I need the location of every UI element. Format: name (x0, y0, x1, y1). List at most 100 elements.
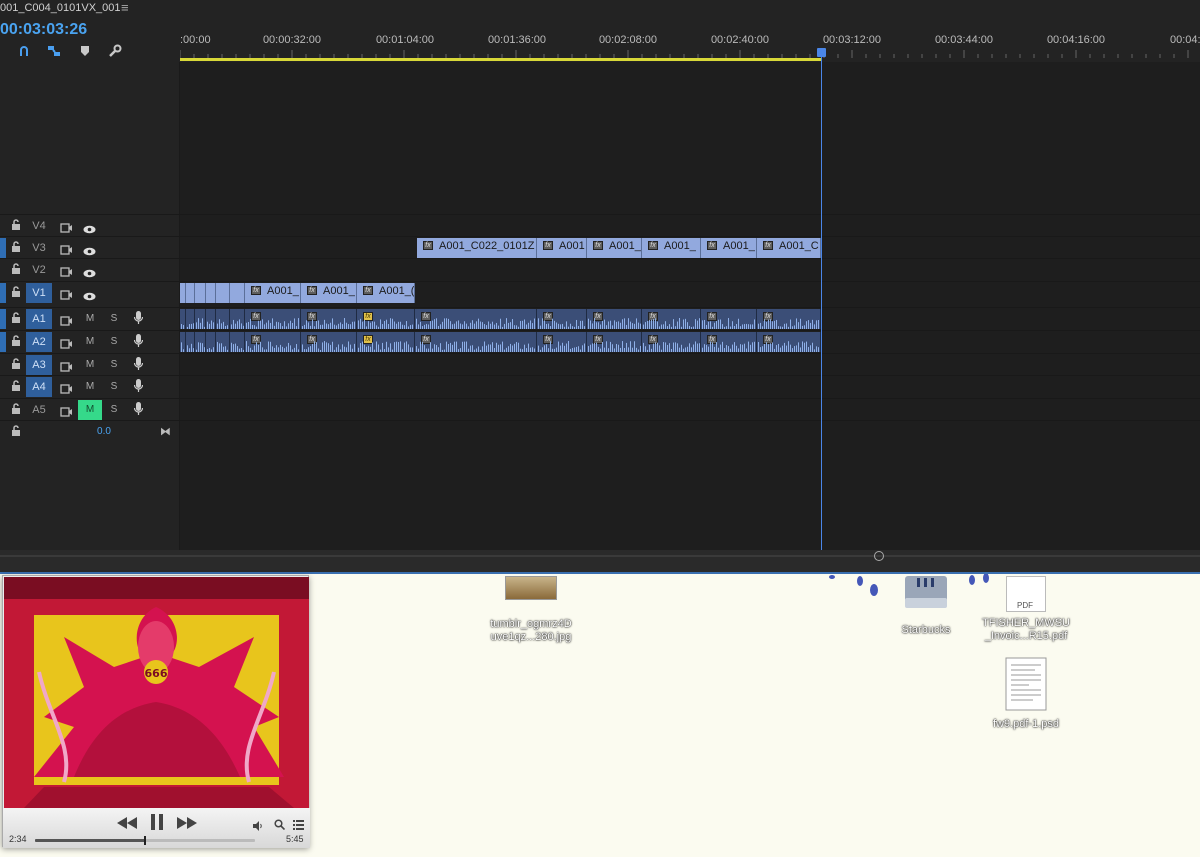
audio-clip[interactable]: fx (642, 309, 701, 329)
video-clip[interactable]: fx A001_( (357, 283, 415, 303)
master-volume[interactable]: 0.0 (80, 422, 128, 442)
solo-button[interactable]: S (103, 377, 125, 397)
audio-clip[interactable]: fx (245, 309, 301, 329)
lock-icon[interactable] (11, 312, 21, 324)
video-clip[interactable]: fx A001 (537, 238, 587, 258)
video-clip[interactable]: fx A001_ (301, 283, 357, 303)
audio-clip[interactable]: fx (757, 309, 821, 329)
audio-clip[interactable] (186, 309, 195, 329)
list-icon[interactable] (293, 817, 304, 835)
go-to-end-icon[interactable]: ⧓ (160, 425, 171, 438)
video-clip[interactable]: fx A001_C (757, 238, 821, 258)
work-area-bar[interactable] (180, 58, 822, 61)
track-name[interactable]: A2 (26, 332, 52, 352)
sync-lock-icon[interactable] (60, 381, 73, 399)
lane-a5[interactable] (180, 398, 1200, 420)
lane-a1[interactable]: fx fx fx fx fx fx fx fx fx (180, 307, 1200, 329)
audio-clip[interactable]: fx (245, 332, 301, 352)
audio-clip[interactable] (230, 332, 245, 352)
video-clip[interactable] (206, 283, 216, 303)
mute-button[interactable]: M (78, 400, 102, 420)
lane-a3[interactable] (180, 353, 1200, 375)
lock-icon[interactable] (11, 219, 21, 231)
mini-player-window[interactable]: 666 2:34 5:45 (2, 575, 310, 848)
volume-icon[interactable] (253, 818, 263, 836)
lane-v3[interactable]: fx A001_C022_0101Z fx A001 fx A001_ fx A001_… (180, 236, 1200, 258)
mute-button[interactable]: M (78, 309, 102, 329)
audio-clip[interactable] (216, 309, 230, 329)
audio-clip[interactable]: fx (301, 309, 357, 329)
audio-clip[interactable]: fx (757, 332, 821, 352)
wrench-settings-icon[interactable] (108, 44, 122, 58)
add-marker-icon[interactable] (78, 44, 92, 58)
sync-lock-icon[interactable] (60, 313, 73, 331)
audio-clip[interactable]: fx (415, 309, 537, 329)
audio-clip[interactable]: fx (537, 332, 587, 352)
lock-icon[interactable] (11, 358, 21, 370)
video-clip[interactable] (186, 283, 195, 303)
audio-clip[interactable] (206, 309, 216, 329)
audio-clip[interactable]: fx (357, 309, 415, 329)
source-patch[interactable] (0, 332, 6, 352)
audio-clip[interactable] (206, 332, 216, 352)
source-patch[interactable] (0, 283, 6, 303)
microphone-icon[interactable] (133, 357, 144, 376)
rewind-icon[interactable] (117, 816, 137, 834)
lock-icon[interactable] (11, 403, 21, 415)
source-patch[interactable] (0, 238, 6, 258)
audio-clip[interactable]: fx (587, 332, 642, 352)
microphone-icon[interactable] (133, 402, 144, 421)
pause-icon[interactable] (151, 814, 163, 835)
video-clip[interactable] (230, 283, 245, 303)
solo-button[interactable]: S (103, 355, 125, 375)
track-name[interactable]: A3 (26, 355, 52, 375)
microphone-icon[interactable] (133, 311, 144, 330)
video-clip[interactable]: fx A001_C022_0101Z (417, 238, 537, 258)
track-name[interactable]: A1 (26, 309, 52, 329)
scrollbar-track[interactable] (0, 555, 1200, 557)
track-lanes[interactable]: fx A001_C022_0101Z fx A001 fx A001_ fx A001_… (180, 62, 1200, 550)
sync-lock-icon[interactable] (60, 287, 73, 305)
video-clip[interactable] (216, 283, 230, 303)
microphone-icon[interactable] (133, 334, 144, 353)
eye-icon[interactable] (83, 288, 96, 306)
track-name[interactable]: A4 (26, 377, 52, 397)
audio-clip[interactable] (195, 309, 206, 329)
video-clip[interactable]: fx A001_ (587, 238, 642, 258)
fast-forward-icon[interactable] (177, 816, 197, 834)
mute-button[interactable]: M (78, 377, 102, 397)
solo-button[interactable]: S (103, 400, 125, 420)
audio-clip[interactable]: fx (642, 332, 701, 352)
lane-master[interactable] (180, 420, 1200, 442)
video-clip[interactable]: fx A001_ (701, 238, 757, 258)
progress-slider[interactable] (35, 836, 255, 845)
sequence-tab-title[interactable]: 001_C004_0101VX_001 (0, 2, 121, 14)
lock-icon[interactable] (11, 335, 21, 347)
progress-knob[interactable] (144, 836, 146, 845)
video-clip[interactable]: fx A001_ (642, 238, 701, 258)
playhead-line[interactable] (821, 50, 822, 550)
lane-v1[interactable]: fx A001_ fx A001_ fx A001_( (180, 281, 1200, 303)
desktop-drive-starbucks[interactable]: Starbucks (890, 576, 962, 637)
audio-clip[interactable] (195, 332, 206, 352)
search-icon[interactable] (274, 817, 286, 835)
track-name[interactable]: V1 (26, 283, 52, 303)
source-patch[interactable] (0, 309, 6, 329)
linked-selection-icon[interactable] (47, 44, 61, 58)
lane-v2[interactable] (180, 258, 1200, 280)
audio-clip[interactable]: fx (301, 332, 357, 352)
zoom-scroll-handle[interactable] (874, 551, 884, 561)
lock-icon[interactable] (11, 241, 21, 253)
audio-clip[interactable]: fx (587, 309, 642, 329)
track-name[interactable]: V3 (26, 238, 52, 258)
desktop-file-psd[interactable]: fw9.pdf-1.psd (974, 657, 1078, 731)
audio-clip[interactable] (186, 332, 195, 352)
desktop-file-pdf[interactable]: PDF TFISHER_MWSU _Invoic...R15.pdf (974, 576, 1078, 643)
mute-button[interactable]: M (78, 332, 102, 352)
track-name[interactable]: V4 (26, 216, 52, 236)
video-clip[interactable]: fx A001_ (245, 283, 301, 303)
snap-magnet-icon[interactable] (17, 44, 31, 58)
sync-lock-icon[interactable] (60, 336, 73, 354)
track-name[interactable]: A5 (26, 400, 52, 420)
video-clip[interactable] (195, 283, 206, 303)
